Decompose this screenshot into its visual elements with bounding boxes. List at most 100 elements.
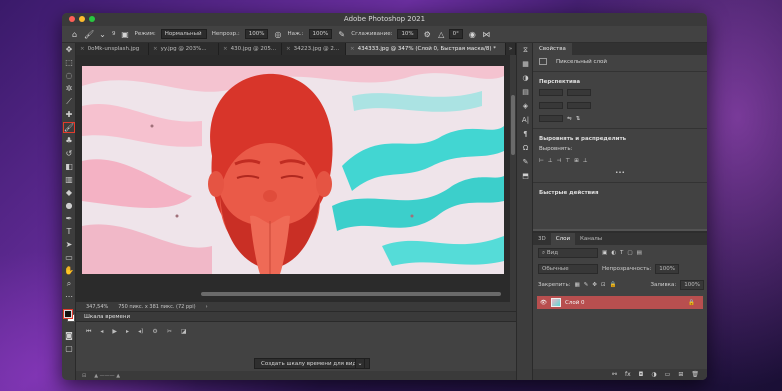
close-icon[interactable]: × <box>80 46 85 52</box>
align-left-icon[interactable]: ⊢ <box>539 158 544 164</box>
split-icon[interactable]: ✂ <box>167 328 172 336</box>
filter-smart-icon[interactable]: ▤ <box>637 250 642 256</box>
lock-position-icon[interactable]: ✥ <box>592 282 597 288</box>
tab-properties[interactable]: Свойства <box>533 43 572 55</box>
y-field[interactable] <box>567 102 591 109</box>
tab-channels[interactable]: Каналы <box>575 233 607 245</box>
pressure-size-icon[interactable]: ◉ <box>468 30 477 39</box>
close-window-button[interactable] <box>69 16 75 22</box>
lock-all-icon[interactable]: 🔒 <box>610 282 617 288</box>
audio-icon[interactable]: ◂) <box>138 328 143 336</box>
settings-icon[interactable]: ⚙ <box>152 328 157 336</box>
zoom-window-button[interactable] <box>89 16 95 22</box>
hand-tool-icon[interactable]: ✋ <box>62 264 76 277</box>
brush-panel-icon[interactable]: ▣ <box>121 30 130 39</box>
play-icon[interactable]: ▶ <box>112 328 117 336</box>
lock-pixels-icon[interactable]: ✎ <box>584 282 589 288</box>
close-icon[interactable]: × <box>350 46 355 52</box>
layer-filter-select[interactable]: ⌕ Вид <box>538 248 598 258</box>
mode-select[interactable]: Нормальный <box>160 29 207 39</box>
flip-vertical-icon[interactable]: ⇅ <box>576 116 581 122</box>
close-icon[interactable]: × <box>286 46 291 52</box>
type-tool-icon[interactable]: T <box>62 225 76 238</box>
canvas-area[interactable] <box>76 55 516 302</box>
zoom-slider-icon[interactable]: ▲ ——— ▲ <box>94 373 120 379</box>
filter-adjustment-icon[interactable]: ◐ <box>611 250 616 256</box>
width-field[interactable] <box>539 89 563 96</box>
3d-icon[interactable]: ⬒ <box>517 169 534 183</box>
new-layer-icon[interactable]: ⊞ <box>678 371 683 378</box>
perspective-section[interactable]: Перспектива <box>533 75 707 86</box>
tabs-overflow-icon[interactable]: » <box>506 43 516 55</box>
symmetry-icon[interactable]: ⋈ <box>482 30 491 39</box>
foreground-color-swatch[interactable] <box>63 309 73 319</box>
opacity-field[interactable]: 100% <box>244 29 269 39</box>
more-tools-icon[interactable]: ⋯ <box>62 290 76 303</box>
magic-wand-tool-icon[interactable]: ✲ <box>62 82 76 95</box>
rectangle-tool-icon[interactable]: ▭ <box>62 251 76 264</box>
height-field[interactable] <box>567 89 591 96</box>
prev-frame-icon[interactable]: ◂ <box>100 328 103 336</box>
layer-row-selected[interactable]: 👁 Слой 0 🔒 <box>537 296 703 309</box>
brush-size-value[interactable]: 9 <box>112 31 116 37</box>
filter-type-icon[interactable]: T <box>620 250 623 256</box>
smoothing-field[interactable]: 10% <box>397 29 418 39</box>
brush-tool-icon[interactable]: 🖌 <box>62 121 76 134</box>
gradient-tool-icon[interactable]: ▥ <box>62 173 76 186</box>
vertical-scroll-thumb[interactable] <box>511 95 515 155</box>
transition-icon[interactable]: ◪ <box>181 328 187 336</box>
close-icon[interactable]: × <box>153 46 158 52</box>
zoom-tool-icon[interactable]: ⌕ <box>62 277 76 290</box>
layer-opacity-field[interactable]: 100% <box>655 264 680 274</box>
zoom-level[interactable]: 347,54% <box>86 304 108 310</box>
pen-tool-icon[interactable]: ✒ <box>62 212 76 225</box>
filter-pixel-icon[interactable]: ▣ <box>602 250 607 256</box>
flip-horizontal-icon[interactable]: ⇋ <box>567 116 572 122</box>
layer-name[interactable]: Слой 0 <box>565 300 585 306</box>
align-top-icon[interactable]: ⊤ <box>565 158 570 164</box>
align-right-icon[interactable]: ⊣ <box>557 158 562 164</box>
blend-mode-select[interactable]: Обычные <box>538 264 598 274</box>
fill-field[interactable]: 100% <box>680 280 704 290</box>
tab-document-4[interactable]: × 34223.jpg @ 2... <box>282 43 346 55</box>
chevron-down-icon[interactable]: ⌄ <box>355 358 365 369</box>
pressure-opacity-icon[interactable]: ◎ <box>273 30 282 39</box>
angle-field[interactable]: 0° <box>448 29 463 39</box>
pressure-field[interactable]: 100% <box>308 29 333 39</box>
next-frame-icon[interactable]: ▸ <box>126 328 129 336</box>
x-field[interactable] <box>539 102 563 109</box>
tab-layers[interactable]: Слои <box>550 233 576 245</box>
quick-actions-section[interactable]: Быстрые действия <box>533 186 707 197</box>
character-icon[interactable]: A| <box>517 113 534 127</box>
close-icon[interactable]: × <box>223 46 228 52</box>
tab-document-2[interactable]: × yy.jpg @ 203%... <box>149 43 219 55</box>
blur-tool-icon[interactable]: ◆ <box>62 186 76 199</box>
horizontal-scroll-thumb[interactable] <box>201 292 501 296</box>
history-icon[interactable]: ⧖ <box>517 43 534 57</box>
eraser-tool-icon[interactable]: ◧ <box>62 160 76 173</box>
status-more-icon[interactable]: › <box>206 304 208 310</box>
first-frame-icon[interactable]: ⏮ <box>86 328 91 336</box>
stamp-tool-icon[interactable]: ♣ <box>62 134 76 147</box>
tab-3d[interactable]: 3D <box>533 233 551 245</box>
marquee-tool-icon[interactable]: ⬚ <box>62 56 76 69</box>
paragraph-icon[interactable]: ¶ <box>517 127 534 141</box>
path-selection-tool-icon[interactable]: ➤ <box>62 238 76 251</box>
convert-icon[interactable]: ⊟ <box>82 373 86 379</box>
align-middle-icon[interactable]: ⊞ <box>574 158 579 164</box>
minimize-window-button[interactable] <box>79 16 85 22</box>
adjustments-icon[interactable]: ◑ <box>517 71 534 85</box>
angle-field[interactable] <box>539 115 563 122</box>
align-distribute-section[interactable]: Выровнять и распределить <box>533 132 707 143</box>
document-image[interactable] <box>82 66 504 274</box>
eyedropper-tool-icon[interactable]: ⟋ <box>62 95 76 108</box>
lock-transparent-icon[interactable]: ▦ <box>575 282 580 288</box>
libraries-icon[interactable]: ▤ <box>517 85 534 99</box>
delete-layer-icon[interactable]: 🗑 <box>691 371 699 378</box>
create-video-timeline-button[interactable]: Создать шкалу времени для видео <box>254 358 371 369</box>
brushes-icon[interactable]: ✎ <box>517 155 534 169</box>
glyphs-icon[interactable]: Ω <box>517 141 534 155</box>
filter-shape-icon[interactable]: ▢ <box>627 250 632 256</box>
add-mask-icon[interactable]: ◘ <box>639 371 644 378</box>
swatches-icon[interactable]: ▦ <box>517 57 534 71</box>
